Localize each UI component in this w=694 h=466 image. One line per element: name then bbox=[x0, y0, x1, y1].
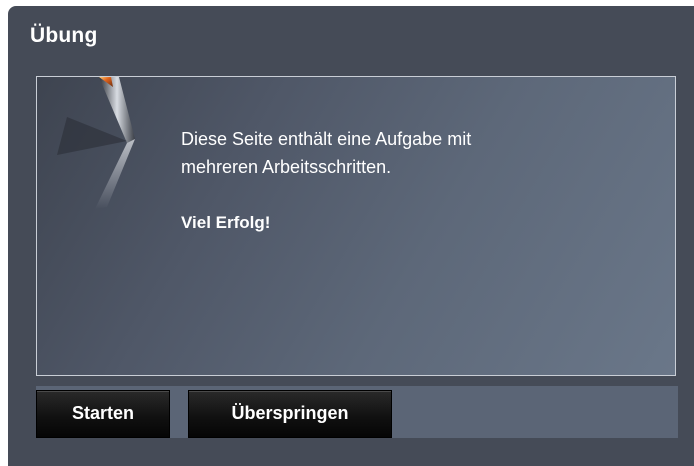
message-line-1: Diese Seite enthält eine Aufgabe mit bbox=[181, 129, 472, 149]
button-bar: Starten Überspringen bbox=[36, 386, 678, 438]
message-line-2: mehreren Arbeitsschritten. bbox=[181, 157, 392, 177]
start-button[interactable]: Starten bbox=[36, 390, 170, 438]
exercise-dialog: Übung Diese Seite enthält eine Aufgabe m… bbox=[8, 6, 694, 466]
message-block: Diese Seite enthält eine Aufgabe mit meh… bbox=[181, 125, 651, 237]
skip-button[interactable]: Überspringen bbox=[188, 390, 392, 438]
dialog-title: Übung bbox=[30, 24, 98, 47]
pen-nib-icon bbox=[57, 77, 135, 209]
closing-message: Viel Erfolg! bbox=[181, 213, 271, 232]
content-panel: Diese Seite enthält eine Aufgabe mit meh… bbox=[36, 76, 676, 376]
